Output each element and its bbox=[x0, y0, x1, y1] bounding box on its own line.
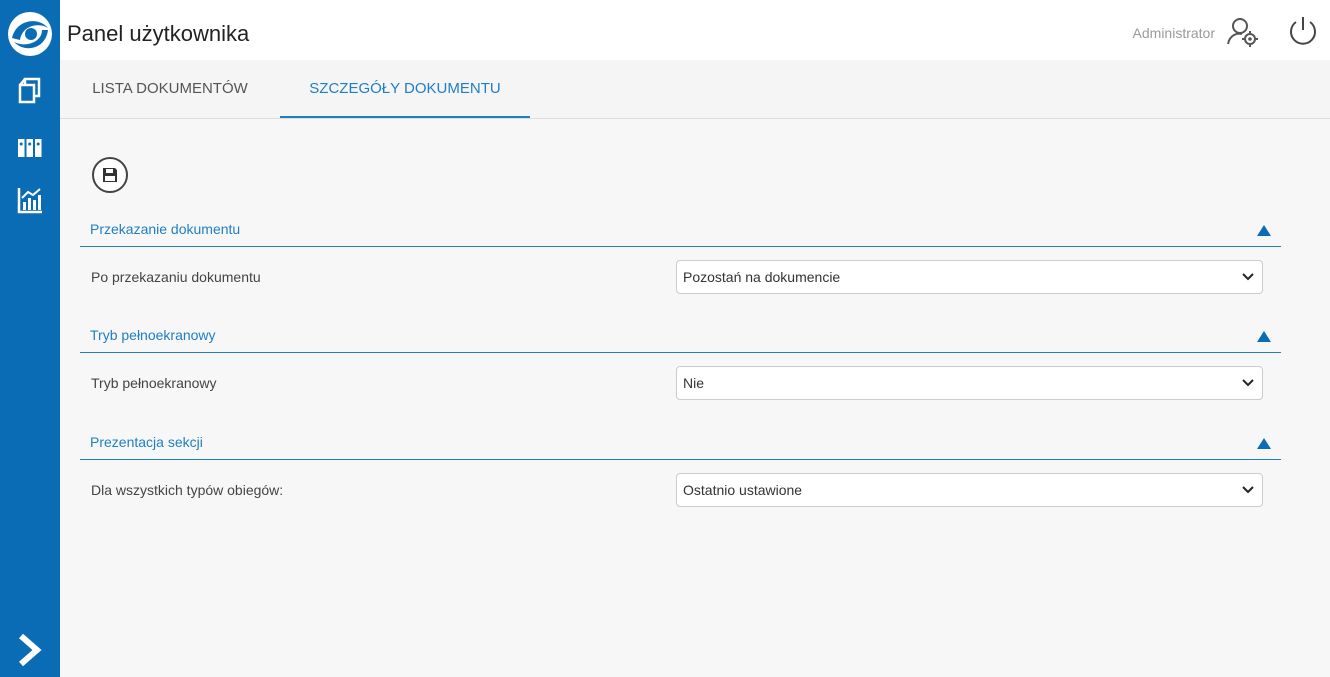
field-label-all-workflow-types: Dla wszystkich typów obiegów: bbox=[91, 482, 284, 498]
section-header-section-presentation[interactable]: Prezentacja sekcji bbox=[80, 431, 1281, 460]
save-icon bbox=[103, 168, 117, 182]
statistics-icon[interactable] bbox=[0, 186, 60, 214]
sidebar bbox=[0, 0, 60, 677]
section-title: Prezentacja sekcji bbox=[90, 434, 203, 450]
section-presentation-select[interactable]: Ostatnio ustawione bbox=[676, 473, 1263, 507]
section-header-transfer[interactable]: Przekazanie dokumentu bbox=[80, 218, 1281, 247]
section-title: Przekazanie dokumentu bbox=[90, 221, 241, 237]
select-value: Ostatnio ustawione bbox=[683, 482, 803, 498]
field-label-fullscreen: Tryb pełnoekranowy bbox=[91, 375, 217, 391]
header: Panel użytkownika Administrator bbox=[60, 0, 1330, 68]
after-transfer-select[interactable]: Pozostań na dokumencie bbox=[676, 260, 1263, 294]
save-button[interactable] bbox=[92, 157, 128, 193]
fullscreen-select[interactable]: Nie bbox=[676, 366, 1263, 400]
collapse-triangle-icon[interactable] bbox=[1257, 225, 1271, 236]
select-value: Pozostań na dokumencie bbox=[683, 269, 841, 285]
section-title: Tryb pełnoekranowy bbox=[90, 327, 216, 343]
documents-icon[interactable] bbox=[0, 76, 60, 104]
power-icon[interactable] bbox=[1286, 14, 1320, 52]
user-name[interactable]: Administrator bbox=[1133, 25, 1215, 41]
collapse-triangle-icon[interactable] bbox=[1257, 438, 1271, 449]
binders-icon[interactable] bbox=[0, 138, 60, 158]
page-title: Panel użytkownika bbox=[67, 21, 250, 46]
tab-document-details[interactable]: SZCZEGÓŁY DOKUMENTU bbox=[280, 60, 530, 118]
field-label-after-transfer: Po przekazaniu dokumentu bbox=[91, 269, 261, 285]
expand-chevron-icon[interactable] bbox=[0, 633, 60, 667]
collapse-triangle-icon[interactable] bbox=[1257, 331, 1271, 342]
tab-bar: LISTA DOKUMENTÓW SZCZEGÓŁY DOKUMENTU bbox=[60, 60, 1330, 119]
select-value: Nie bbox=[683, 375, 705, 391]
chevron-down-icon bbox=[1242, 379, 1254, 387]
section-header-fullscreen[interactable]: Tryb pełnoekranowy bbox=[80, 324, 1281, 353]
chevron-down-icon bbox=[1242, 273, 1254, 281]
chevron-down-icon bbox=[1242, 486, 1254, 494]
tab-document-list[interactable]: LISTA DOKUMENTÓW bbox=[60, 60, 280, 116]
logo-icon[interactable] bbox=[8, 12, 52, 56]
user-settings-icon[interactable] bbox=[1226, 16, 1260, 52]
